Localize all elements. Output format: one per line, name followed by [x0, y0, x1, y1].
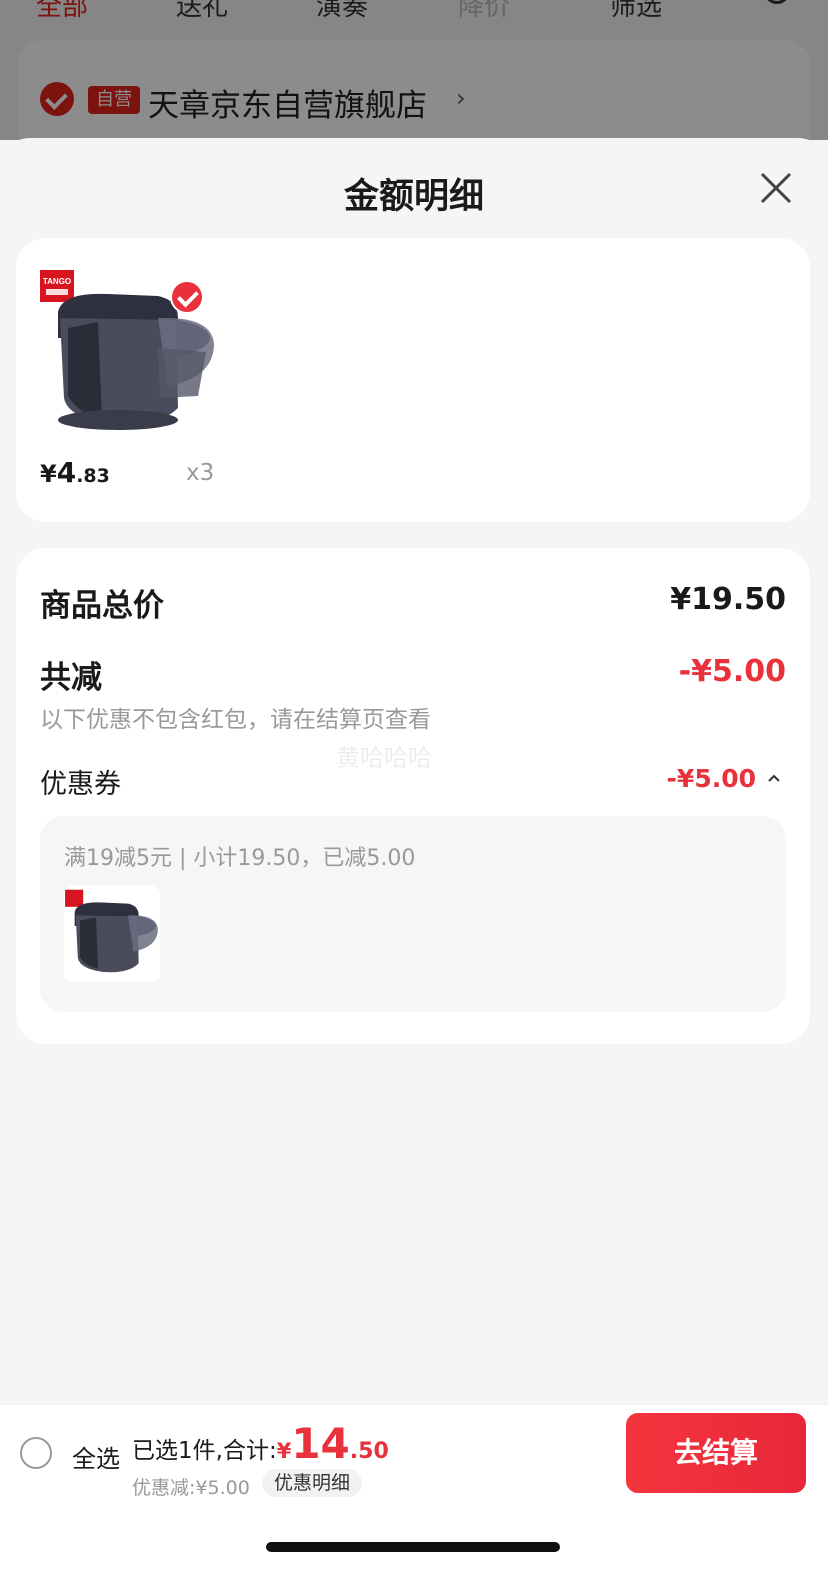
coupon-label[interactable]: 优惠券: [40, 762, 121, 801]
coupon-rule: 满19减5元 | 小计19.50，已减5.00: [64, 846, 416, 871]
checkout-button[interactable]: 去结算: [626, 1413, 806, 1493]
discount-summary: 优惠减:¥5.00: [132, 1477, 250, 1499]
selected-count-text: 已选1件,合计:: [132, 1438, 277, 1464]
price-int: 4: [56, 456, 77, 489]
total-dec: .50: [349, 1439, 389, 1464]
watermark: 黄哈哈哈: [336, 744, 432, 772]
amount-detail-sheet: 金额明细 TANGO ¥4.83 x3 商品总价 ¥19.50 共减 -¥5.0…: [0, 138, 828, 1404]
price-dec: .83: [76, 465, 110, 487]
product-card: TANGO ¥4.83 x3: [16, 238, 810, 522]
select-all-checkbox[interactable]: [20, 1437, 52, 1469]
sheet-title: 金额明细: [343, 177, 484, 217]
goods-total-label: 商品总价: [40, 588, 164, 624]
overlay-mask[interactable]: [0, 0, 828, 140]
product-quantity: x3: [186, 460, 215, 486]
coupon-value[interactable]: -¥5.00: [667, 764, 756, 793]
brand-logo-text: TANGO: [43, 277, 71, 286]
total-int: 14: [291, 1419, 350, 1468]
price-symbol: ¥: [40, 460, 57, 488]
product-check-icon[interactable]: [170, 280, 204, 314]
close-icon: [760, 172, 792, 204]
goods-total-value: ¥19.50: [670, 582, 786, 617]
total-line: 已选1件,合计:¥14.50: [132, 1419, 389, 1468]
chevron-up-icon[interactable]: [766, 770, 782, 786]
total-symbol: ¥: [276, 1439, 292, 1463]
reduce-label: 共减: [40, 660, 102, 696]
close-button[interactable]: [756, 168, 796, 208]
coupon-product-thumbnail[interactable]: [64, 886, 160, 982]
select-all-label[interactable]: 全选: [72, 1439, 120, 1474]
checkout-bar: 全选 已选1件,合计:¥14.50 优惠减:¥5.00 优惠明细 去结算: [0, 1404, 828, 1500]
price-summary-card: 商品总价 ¥19.50 共减 -¥5.00 以下优惠不包含红包，请在结算页查看 …: [16, 548, 810, 1044]
background-cart-page: 全部 送礼 演奏 降价 筛选 自营 天章京东自营旗舰店 ›: [0, 0, 828, 140]
coupon-detail-box: 满19减5元 | 小计19.50，已减5.00: [40, 816, 786, 1012]
home-indicator-area: [0, 1500, 828, 1572]
discount-note: 以下优惠不包含红包，请在结算页查看: [40, 707, 431, 733]
discount-detail-button[interactable]: 优惠明细: [262, 1469, 363, 1497]
home-indicator[interactable]: [266, 1542, 560, 1552]
product-price: ¥4.83: [40, 456, 110, 489]
reduce-value: -¥5.00: [678, 654, 786, 689]
